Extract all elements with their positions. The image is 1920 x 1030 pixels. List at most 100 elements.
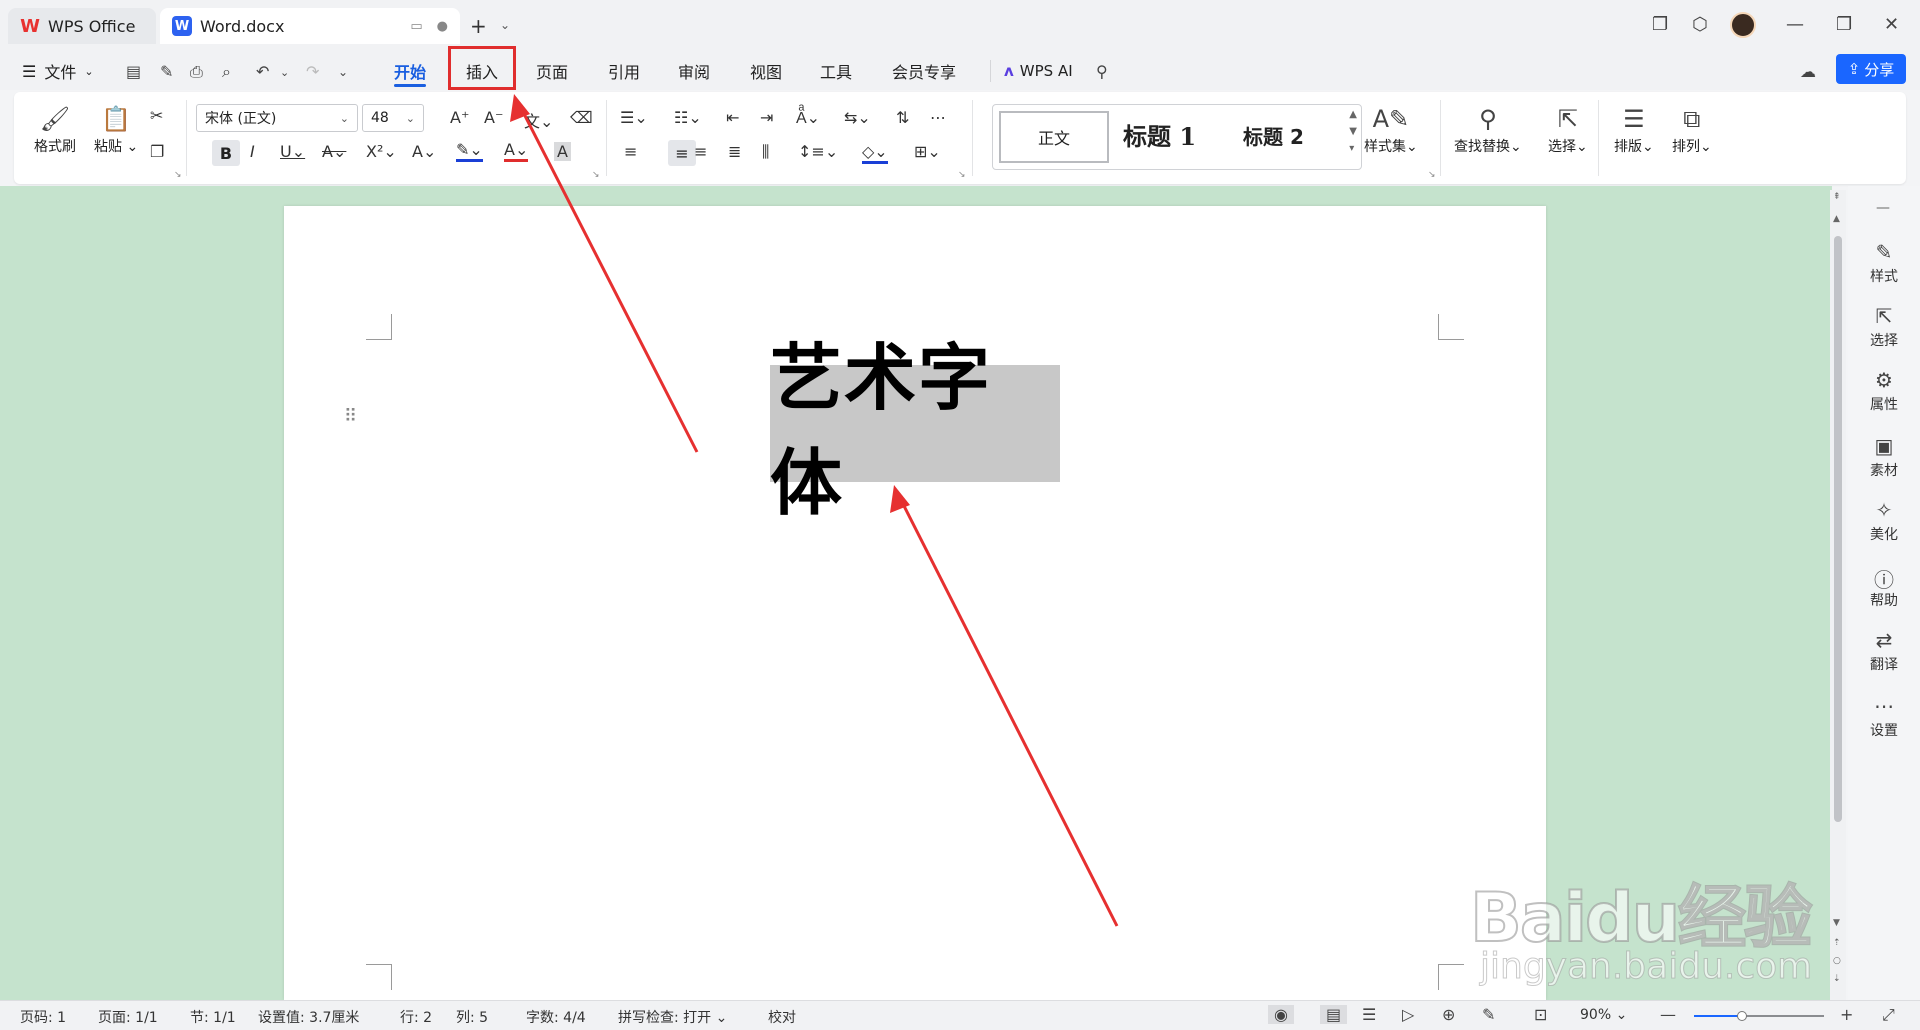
collapse-icon[interactable]: — [1876, 200, 1890, 216]
increase-indent-icon[interactable]: ⇥ [760, 108, 773, 127]
fullscreen-icon[interactable]: ⤢ [1882, 1005, 1895, 1025]
scroll-thumb[interactable] [1834, 236, 1842, 822]
decrease-indent-icon[interactable]: ⇤ [726, 108, 739, 127]
eraser-icon[interactable]: ⌫ [570, 108, 593, 127]
dialog-launcher-icon[interactable]: ↘ [1428, 170, 1436, 180]
status-word-count[interactable]: 字数: 4/4 [526, 1007, 586, 1027]
bullet-list-icon[interactable]: ☰⌄ [620, 108, 648, 127]
scroll-up-icon[interactable]: ▲ [1833, 214, 1840, 224]
share-button[interactable]: ⇪ 分享 [1836, 54, 1906, 84]
search-icon[interactable]: ⚲ [1096, 62, 1108, 81]
dialog-launcher-icon[interactable]: ↘ [174, 170, 182, 180]
align-center-button[interactable]: ≡ [668, 140, 696, 166]
zoom-out-icon[interactable]: — [1660, 1005, 1676, 1024]
cloud-icon[interactable]: ☁ [1800, 62, 1816, 81]
side-properties[interactable]: ⚙ 属性 [1848, 368, 1920, 414]
tab-wps-office[interactable]: W WPS Office [8, 8, 156, 44]
selected-text[interactable]: 艺术字体 [770, 336, 1060, 525]
show-marks-icon[interactable]: ⋯ [930, 108, 946, 127]
phonetic-guide-icon[interactable]: 文⌄ [524, 108, 553, 132]
tab-home[interactable]: 开始 [394, 52, 427, 90]
superscript-button[interactable]: X²⌄ [366, 142, 397, 161]
sort-icon[interactable]: ⇅ [896, 108, 909, 127]
window-tile-icon[interactable]: ❐ [1652, 14, 1668, 35]
chevron-down-icon[interactable]: ▼ [1349, 126, 1357, 137]
dialog-launcher-icon[interactable]: ↘ [958, 170, 966, 180]
print-icon[interactable]: ⎙ [190, 62, 203, 82]
restore-icon[interactable]: ❐ [1836, 14, 1852, 35]
shading-icon[interactable]: ◇⌄ [862, 142, 888, 164]
wps-ai-button[interactable]: ʌ WPS AI [1004, 52, 1073, 90]
line-spacing-icon[interactable]: ↕≡⌄ [798, 142, 838, 161]
spell-check-toggle[interactable]: 拼写检查: 打开 ⌄ [618, 1007, 727, 1027]
tab-references[interactable]: 引用 [608, 52, 640, 90]
tab-page[interactable]: 页面 [536, 52, 568, 90]
side-select[interactable]: ⇱ 选择 [1848, 304, 1920, 350]
underline-button[interactable]: U⌄ [280, 142, 305, 161]
style-normal[interactable]: 正文 [999, 111, 1109, 163]
new-tab-icon[interactable]: + [470, 14, 487, 38]
monitor-icon[interactable]: ▭ [410, 19, 422, 34]
status-position[interactable]: 设置值: 3.7厘米 [258, 1007, 359, 1027]
numbered-list-icon[interactable]: ☷⌄ [674, 108, 702, 127]
cut-icon[interactable]: ✂ [150, 106, 163, 125]
outline-view-icon[interactable]: ☰ [1362, 1005, 1376, 1024]
grow-font-icon[interactable]: A⁺ [450, 108, 469, 127]
font-color-button[interactable]: A⌄ [504, 140, 529, 162]
proofread-button[interactable]: 校对 [768, 1007, 796, 1027]
chevron-up-icon[interactable]: ▲ [1349, 109, 1357, 120]
justify-icon[interactable]: ≣ [728, 142, 741, 161]
next-page-icon[interactable]: ⇣ [1833, 974, 1841, 984]
copy-icon[interactable]: ❐ [150, 142, 164, 161]
zoom-in-icon[interactable]: + [1840, 1005, 1853, 1024]
prev-page-icon[interactable]: ⇡ [1833, 938, 1841, 948]
fit-page-icon[interactable]: ⊡ [1534, 1005, 1547, 1024]
cube-icon[interactable]: ⬡ [1692, 14, 1708, 35]
style-set-button[interactable]: A✎ 样式集⌄ [1364, 102, 1418, 156]
page-view-icon[interactable]: ▤ [1320, 1005, 1348, 1024]
side-help[interactable]: ⓘ 帮助 [1848, 564, 1920, 610]
file-menu-button[interactable]: ☰ 文件 ⌄ [22, 52, 94, 90]
undo-icon[interactable]: ↶ [256, 62, 269, 81]
tab-review[interactable]: 审阅 [678, 52, 710, 90]
highlight-color-button[interactable]: ✎⌄ [456, 140, 483, 162]
scroll-top-icon[interactable]: ⇞ [1833, 192, 1841, 202]
typeset-button[interactable]: ☰ 排版⌄ [1614, 102, 1654, 156]
text-effect-button[interactable]: A⌄ [412, 142, 436, 161]
font-name-select[interactable]: 宋体 (正文) ⌄ [196, 104, 358, 132]
select-button[interactable]: ⇱ 选择⌄ [1548, 102, 1588, 156]
bold-button[interactable]: B [212, 140, 240, 166]
arrange-button[interactable]: ⧉ 排列⌄ [1672, 102, 1712, 156]
expand-icon[interactable]: ▾ [1349, 143, 1357, 154]
avatar[interactable] [1730, 12, 1756, 38]
chevron-down-icon[interactable]: ⌄ [280, 66, 289, 79]
text-direction-icon[interactable]: Aͣ⌄ [796, 108, 820, 128]
pen-icon[interactable]: ✎ [1482, 1005, 1495, 1024]
save-icon[interactable]: ▤ [126, 62, 141, 81]
shrink-font-icon[interactable]: A⁻ [484, 108, 503, 127]
web-view-icon[interactable]: ⊕ [1442, 1005, 1455, 1024]
find-replace-button[interactable]: ⚲ 查找替换⌄ [1454, 102, 1522, 156]
tab-word-docx[interactable]: W Word.docx ▭ ● [160, 8, 460, 44]
styles-scroll[interactable]: ▲ ▼ ▾ [1349, 109, 1357, 154]
status-section[interactable]: 节: 1/1 [190, 1007, 236, 1027]
tab-member[interactable]: 会员专享 [892, 52, 956, 90]
vertical-scrollbar[interactable]: ⇞ ▲ ▼ ⇡ ○ ⇣ [1830, 190, 1846, 1000]
paragraph-drag-handle-icon[interactable]: ⠿ [344, 408, 359, 426]
scroll-down-icon[interactable]: ▼ [1833, 918, 1840, 928]
zoom-slider-handle[interactable] [1737, 1011, 1748, 1021]
strikethrough-button[interactable]: A⌄ [322, 142, 346, 161]
dialog-launcher-icon[interactable]: ↘ [592, 170, 600, 180]
font-size-select[interactable]: 48 ⌄ [362, 104, 424, 132]
browse-object-icon[interactable]: ○ [1833, 956, 1841, 966]
minimize-icon[interactable]: — [1786, 14, 1804, 35]
style-heading-1[interactable]: 标题 1 [1123, 117, 1196, 152]
tab-tools[interactable]: 工具 [820, 52, 852, 90]
status-column[interactable]: 列: 5 [456, 1007, 488, 1027]
ltr-rtl-icon[interactable]: ⇆⌄ [844, 108, 871, 127]
align-right-icon[interactable]: ≡ [694, 142, 707, 161]
zoom-slider[interactable] [1694, 1011, 1824, 1021]
side-materials[interactable]: ▣ 素材 [1848, 434, 1920, 480]
distributed-icon[interactable]: ⫼ [762, 142, 769, 162]
paste-button[interactable]: 📋 粘贴 ⌄ [94, 102, 138, 156]
